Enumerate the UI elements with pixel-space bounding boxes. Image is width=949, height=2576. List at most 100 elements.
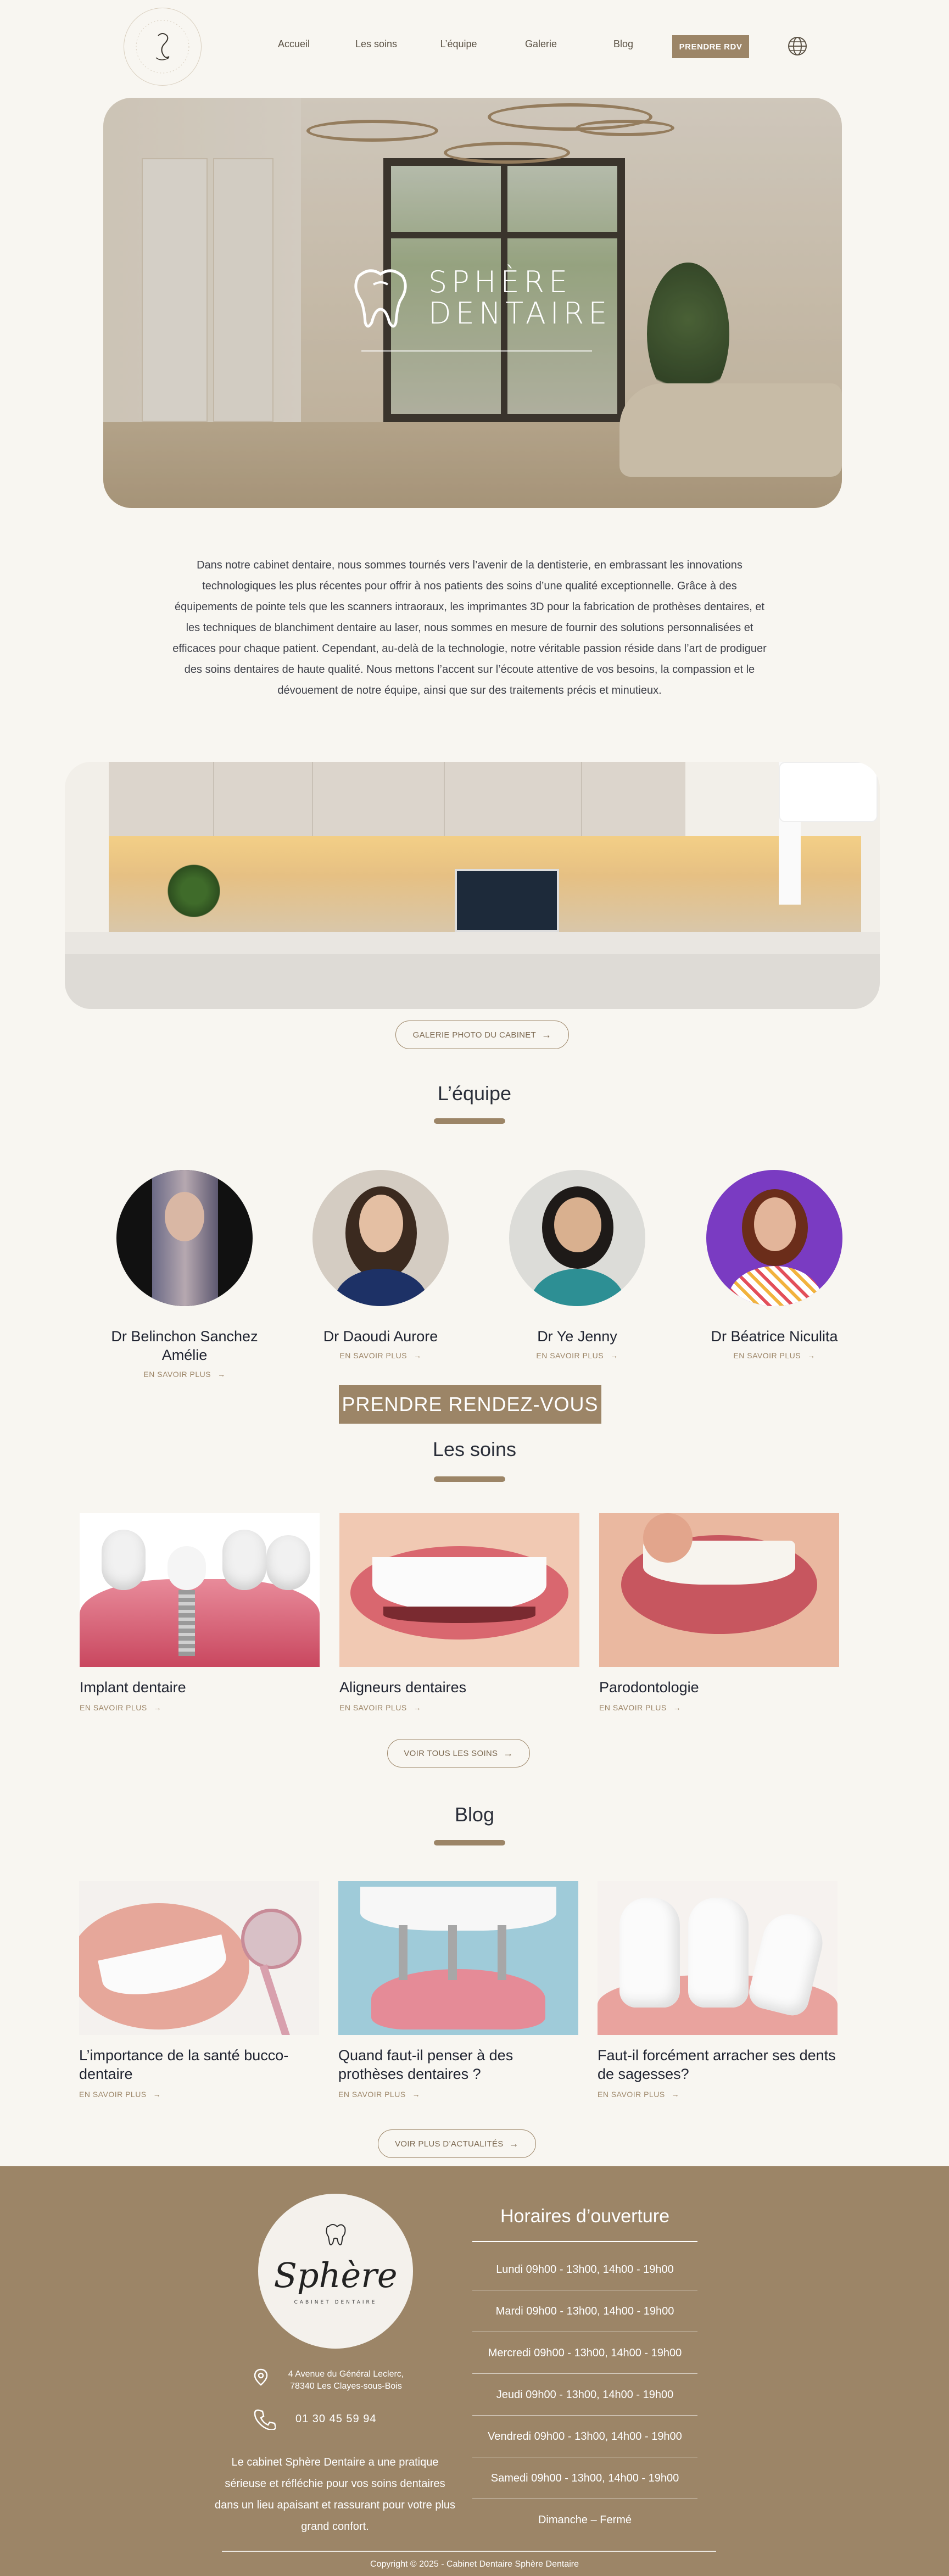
arrow-right-icon: →	[542, 1029, 552, 1040]
arrow-right-icon: →	[610, 1351, 618, 1360]
soin-more-link[interactable]: EN SAVOIR PLUS →	[599, 1703, 681, 1712]
footer-about: Le cabinet Sphère Dentaire a une pratiqu…	[214, 2456, 456, 2533]
team-member: Dr Ye Jenny EN SAVOIR PLUS →	[495, 1170, 660, 1361]
more-label: EN SAVOIR PLUS	[338, 2090, 406, 2099]
more-label: EN SAVOIR PLUS	[143, 1370, 211, 1379]
site-header: Accueil Les soins L’équipe Galerie Blog …	[0, 0, 949, 93]
soins-title-bar	[434, 1476, 505, 1482]
arrow-right-icon: →	[807, 1351, 816, 1360]
tooth-icon	[354, 269, 407, 328]
blog-title: L’importance de la santé bucco-dentaire	[79, 2047, 289, 2082]
arrow-right-icon: →	[509, 2138, 519, 2149]
member-more-link[interactable]: EN SAVOIR PLUS →	[143, 1370, 225, 1379]
footer-address: 4 Avenue du Général Leclerc, 78340 Les C…	[254, 2368, 412, 2393]
blog-title-bar	[434, 1840, 505, 1845]
soin-title: Parodontologie	[599, 1679, 699, 1696]
voir-plus-actualites-button[interactable]: VOIR PLUS D’ACTUALITÉS →	[378, 2129, 536, 2158]
more-label: EN SAVOIR PLUS	[536, 1351, 604, 1360]
footer-phone[interactable]: 01 30 45 59 94	[254, 2408, 376, 2430]
more-label: EN SAVOIR PLUS	[733, 1351, 801, 1360]
phone-icon	[254, 2409, 276, 2430]
more-label: EN SAVOIR PLUS	[339, 1351, 407, 1360]
arrow-right-icon: →	[412, 2090, 421, 2099]
more-label: EN SAVOIR PLUS	[598, 2090, 665, 2099]
hero-brand: SPHÈRE DENTAIRE	[339, 257, 611, 339]
phone-number: 01 30 45 59 94	[295, 2412, 377, 2425]
blog-image	[79, 1881, 319, 2035]
blog-image	[338, 1881, 578, 2035]
hours-divider	[472, 2241, 697, 2242]
soin-card[interactable]: Implant dentaire EN SAVOIR PLUS →	[80, 1513, 320, 1713]
nav-les-soins[interactable]: Les soins	[335, 38, 417, 50]
blog-card[interactable]: Faut-il forcément arracher ses dents de …	[598, 1881, 838, 2100]
cabinet-image	[65, 762, 880, 1009]
soin-image	[339, 1513, 579, 1667]
voir-plus-actualites-label: VOIR PLUS D’ACTUALITÉS	[395, 2139, 504, 2149]
more-label: EN SAVOIR PLUS	[80, 1703, 147, 1712]
soin-title: Aligneurs dentaires	[339, 1679, 467, 1696]
more-label: EN SAVOIR PLUS	[339, 1703, 407, 1712]
hours-row: Mardi 09h00 - 13h00, 14h00 - 19h00	[472, 2290, 697, 2332]
soin-card[interactable]: Parodontologie EN SAVOIR PLUS →	[599, 1513, 839, 1713]
brand-title-line-1: SPHÈRE	[428, 265, 572, 300]
gallery-button[interactable]: GALERIE PHOTO DU CABINET →	[395, 1021, 569, 1049]
main-nav: Accueil Les soins L’équipe Galerie Blog	[253, 38, 665, 50]
soin-card[interactable]: Aligneurs dentaires EN SAVOIR PLUS →	[339, 1513, 579, 1713]
team-member: Dr Belinchon Sanchez Amélie EN SAVOIR PL…	[102, 1170, 267, 1380]
member-name: Dr Béatrice Niculita	[711, 1328, 838, 1345]
hours-row: Lundi 09h00 - 13h00, 14h00 - 19h00	[472, 2249, 697, 2290]
member-photo	[706, 1170, 842, 1306]
logo[interactable]	[124, 8, 202, 86]
member-more-link[interactable]: EN SAVOIR PLUS →	[536, 1351, 618, 1360]
hero-image: SPHÈRE DENTAIRE	[103, 98, 842, 508]
nav-accueil[interactable]: Accueil	[253, 38, 335, 50]
member-photo	[116, 1170, 253, 1306]
location-pin-icon	[254, 2368, 268, 2386]
team-title-bar	[434, 1118, 505, 1124]
arrow-right-icon: →	[413, 1703, 422, 1712]
footer-logo[interactable]: Sphère CABINET DENTAIRE	[258, 2194, 413, 2349]
member-more-link[interactable]: EN SAVOIR PLUS →	[339, 1351, 421, 1360]
team-title: L’équipe	[437, 1082, 512, 1105]
copyright: Copyright © 2025 - Cabinet Dentaire Sphè…	[370, 2560, 579, 2569]
sphere-logo-icon: Sphère CABINET DENTAIRE	[273, 2224, 398, 2305]
prendre-rdv-button[interactable]: PRENDRE RDV	[672, 35, 749, 58]
voir-tous-soins-button[interactable]: VOIR TOUS LES SOINS →	[387, 1739, 530, 1767]
soins-title: Les soins	[432, 1438, 517, 1460]
member-more-link[interactable]: EN SAVOIR PLUS →	[733, 1351, 815, 1360]
blog-title: Blog	[454, 1803, 495, 1826]
member-photo	[509, 1170, 645, 1306]
logo-subtitle: CABINET DENTAIRE	[294, 2300, 377, 2305]
arrow-right-icon: →	[503, 1747, 513, 1759]
more-label: EN SAVOIR PLUS	[79, 2090, 147, 2099]
blog-more-link[interactable]: EN SAVOIR PLUS →	[79, 2090, 161, 2099]
nav-blog[interactable]: Blog	[582, 38, 665, 50]
arrow-right-icon: →	[673, 1703, 682, 1712]
blog-more-link[interactable]: EN SAVOIR PLUS →	[598, 2090, 679, 2099]
arrow-right-icon: →	[671, 2090, 680, 2099]
soin-image	[599, 1513, 839, 1667]
hours-row: Mercredi 09h00 - 13h00, 14h00 - 19h00	[472, 2332, 697, 2374]
blog-title: Faut-il forcément arracher ses dents de …	[598, 2047, 836, 2082]
team-member: Dr Daoudi Aurore EN SAVOIR PLUS →	[298, 1170, 463, 1361]
voir-tous-soins-label: VOIR TOUS LES SOINS	[404, 1748, 498, 1758]
hours-row: Vendredi 09h00 - 13h00, 14h00 - 19h00	[472, 2416, 697, 2457]
member-name: Dr Belinchon Sanchez Amélie	[111, 1328, 258, 1363]
hours-row: Samedi 09h00 - 13h00, 14h00 - 19h00	[472, 2457, 697, 2499]
arrow-right-icon: →	[217, 1370, 226, 1379]
prendre-rendez-vous-button[interactable]: PRENDRE RENDEZ-VOUS	[339, 1385, 601, 1424]
soin-more-link[interactable]: EN SAVOIR PLUS →	[80, 1703, 161, 1712]
member-photo	[312, 1170, 449, 1306]
blog-title: Quand faut-il penser à des prothèses den…	[338, 2047, 513, 2082]
globe-icon[interactable]	[786, 35, 808, 57]
blog-more-link[interactable]: EN SAVOIR PLUS →	[338, 2090, 420, 2099]
soin-more-link[interactable]: EN SAVOIR PLUS →	[339, 1703, 421, 1712]
footer-divider	[222, 2551, 716, 2552]
blog-card[interactable]: Quand faut-il penser à des prothèses den…	[338, 1881, 578, 2100]
nav-galerie[interactable]: Galerie	[500, 38, 582, 50]
nav-equipe[interactable]: L’équipe	[417, 38, 500, 50]
brand-title-line-2: DENTAIRE	[428, 296, 612, 331]
blog-card[interactable]: L’importance de la santé bucco-dentaire …	[79, 1881, 319, 2100]
arrow-right-icon: →	[153, 2090, 161, 2099]
hours-title: Horaires d’ouverture	[500, 2206, 670, 2227]
